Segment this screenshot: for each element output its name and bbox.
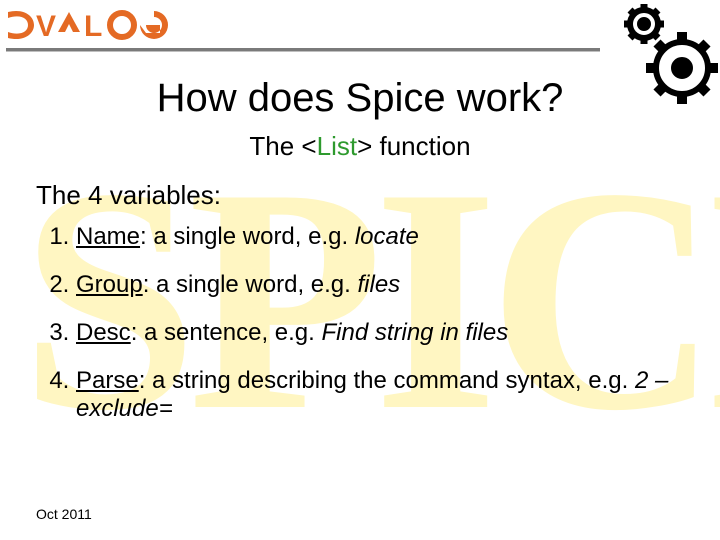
list-item: Group: a single word, e.g. files: [76, 271, 684, 299]
item-term: Parse: [76, 367, 139, 394]
variable-list: Name: a single word, e.g. locate Group: …: [42, 223, 684, 423]
slide-title: How does Spice work?: [36, 76, 684, 121]
svg-text:V: V: [36, 10, 56, 43]
lead-text: The 4 variables:: [36, 180, 684, 211]
slide-body: How does Spice work? The <List> function…: [0, 60, 720, 540]
header-rule: [6, 48, 600, 52]
footer-date: Oct 2011: [36, 506, 92, 522]
item-example: files: [357, 271, 400, 298]
item-body: : a sentence, e.g.: [131, 319, 322, 346]
subtitle-pre: The <: [249, 131, 316, 161]
subtitle-keyword: List: [317, 131, 357, 161]
item-term: Name: [76, 223, 140, 250]
item-term: Desc: [76, 319, 131, 346]
item-example: Find string in files: [321, 319, 508, 346]
header: V L: [0, 0, 720, 60]
subtitle-post: > function: [357, 131, 470, 161]
dyalog-logo-svg: V L: [6, 6, 196, 44]
item-example: locate: [355, 223, 419, 250]
brand-logo: V L: [6, 6, 196, 44]
item-body: : a single word, e.g.: [140, 223, 355, 250]
item-body: : a single word, e.g.: [143, 271, 358, 298]
item-body: : a string describing the command syntax…: [139, 367, 635, 394]
list-item: Desc: a sentence, e.g. Find string in fi…: [76, 319, 684, 347]
list-item: Name: a single word, e.g. locate: [76, 223, 684, 251]
list-item: Parse: a string describing the command s…: [76, 367, 684, 423]
svg-text:L: L: [84, 10, 102, 43]
item-term: Group: [76, 271, 143, 298]
slide-subtitle: The <List> function: [36, 131, 684, 162]
